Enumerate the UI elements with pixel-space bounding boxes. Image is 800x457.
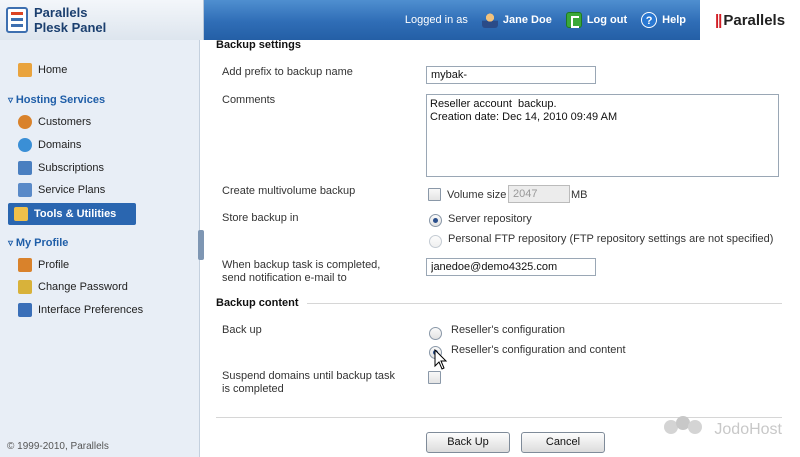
sidebar-item-change-password[interactable]: Change Password <box>18 280 218 294</box>
sidebar-item-subscriptions[interactable]: Subscriptions <box>18 161 218 175</box>
preferences-icon <box>18 303 32 317</box>
multivolume-label: Create multivolume backup <box>222 185 356 197</box>
app-name: Parallels Plesk Panel <box>34 5 106 35</box>
backup-settings-title: Backup settings <box>216 39 301 51</box>
sidebar-item-label: Service Plans <box>38 184 106 196</box>
sidebar-item-label: Domains <box>38 139 82 151</box>
profile-icon <box>18 258 32 272</box>
sidebar-item-profile[interactable]: Profile <box>18 258 218 272</box>
user-name: Jane Doe <box>502 14 552 26</box>
multivolume-checkbox[interactable] <box>428 188 441 201</box>
app-name-line1: Parallels <box>34 5 88 20</box>
cancel-button[interactable]: Cancel <box>521 432 605 453</box>
sidebar-item-customers[interactable]: Customers <box>18 115 218 129</box>
comments-textarea[interactable]: Reseller account backup. Creation date: … <box>426 94 779 177</box>
sidebar-item-home[interactable]: Home <box>18 63 218 77</box>
backup-content-title: Backup content <box>216 297 299 309</box>
main-content: Backup settings Add prefix to backup nam… <box>204 39 800 457</box>
suspend-label: Suspend domains until backup task is com… <box>222 370 396 395</box>
help-label: Help <box>662 14 686 26</box>
app-name-line2: Plesk Panel <box>34 20 107 35</box>
server-repository-radio[interactable] <box>429 214 442 227</box>
user-link[interactable]: Jane Doe <box>481 12 552 28</box>
watermark-people-icon <box>664 416 708 444</box>
help-link[interactable]: ? Help <box>641 12 686 28</box>
notify-label: When backup task is completed, send noti… <box>222 259 381 284</box>
sidebar-item-tools-utilities[interactable]: Tools & Utilities <box>8 203 136 225</box>
ftp-repository-label: Personal FTP repository (FTP repository … <box>448 233 774 245</box>
reseller-config-radio[interactable] <box>429 327 442 340</box>
store-label: Store backup in <box>222 212 299 224</box>
plesk-logo-icon <box>6 7 28 33</box>
server-repository-label: Server repository <box>448 213 532 225</box>
sidebar-item-label: Change Password <box>38 281 128 293</box>
help-icon: ? <box>641 12 658 28</box>
customers-icon <box>18 115 32 129</box>
comments-label: Comments <box>222 94 276 106</box>
sidebar-item-interface-preferences[interactable]: Interface Preferences <box>18 303 218 317</box>
sidebar-item-label: Customers <box>38 116 92 128</box>
backup-button[interactable]: Back Up <box>426 432 510 453</box>
service-plans-icon <box>18 183 32 197</box>
home-icon <box>18 63 32 77</box>
notify-email-input[interactable] <box>426 258 596 276</box>
reseller-config-content-label: Reseller's configuration and content <box>451 344 626 356</box>
key-icon <box>18 280 32 294</box>
copyright: © 1999-2010, Parallels <box>7 441 109 452</box>
parallels-brand-logo: || Parallels <box>700 0 800 40</box>
section-my-profile[interactable]: My Profile <box>8 237 69 249</box>
sidebar-item-label: Home <box>38 64 68 76</box>
section-hosting-services[interactable]: Hosting Services <box>8 94 105 106</box>
top-header: Parallels Plesk Panel Logged in as Jane … <box>0 0 800 40</box>
sidebar-item-label: Subscriptions <box>38 162 105 174</box>
header-actions: Logged in as Jane Doe Log out ? Help || … <box>405 0 800 40</box>
logout-label: Log out <box>586 14 628 26</box>
domains-icon <box>18 138 32 152</box>
logout-link[interactable]: Log out <box>565 12 628 28</box>
section-divider <box>307 303 782 304</box>
sidebar: Home Hosting Services Customers Domains … <box>0 40 200 457</box>
app-logo[interactable]: Parallels Plesk Panel <box>0 0 204 40</box>
volume-unit: MB <box>571 189 588 201</box>
prefix-input[interactable] <box>426 66 596 84</box>
ftp-repository-radio[interactable] <box>429 235 442 248</box>
watermark: JodoHost <box>664 416 782 444</box>
logged-in-label: Logged in as <box>404 14 468 26</box>
user-icon <box>481 12 498 28</box>
brand-mark: || <box>714 11 722 29</box>
sidebar-item-label: Profile <box>38 259 70 271</box>
mouse-cursor-icon <box>434 349 448 370</box>
watermark-text: JodoHost <box>714 421 782 438</box>
tools-icon <box>14 207 28 221</box>
reseller-config-label: Reseller's configuration <box>451 324 565 336</box>
brand-name: Parallels <box>723 11 786 29</box>
logout-icon <box>565 12 582 28</box>
volume-size-input[interactable] <box>508 185 570 203</box>
sidebar-item-label: Interface Preferences <box>38 304 144 316</box>
volume-size-label: Volume size <box>447 189 507 201</box>
suspend-checkbox[interactable] <box>428 371 441 384</box>
subscriptions-icon <box>18 161 32 175</box>
sidebar-item-service-plans[interactable]: Service Plans <box>18 183 218 197</box>
sidebar-item-domains[interactable]: Domains <box>18 138 218 152</box>
back-up-label: Back up <box>222 324 262 336</box>
sidebar-item-label: Tools & Utilities <box>34 208 117 220</box>
prefix-label: Add prefix to backup name <box>222 66 353 78</box>
